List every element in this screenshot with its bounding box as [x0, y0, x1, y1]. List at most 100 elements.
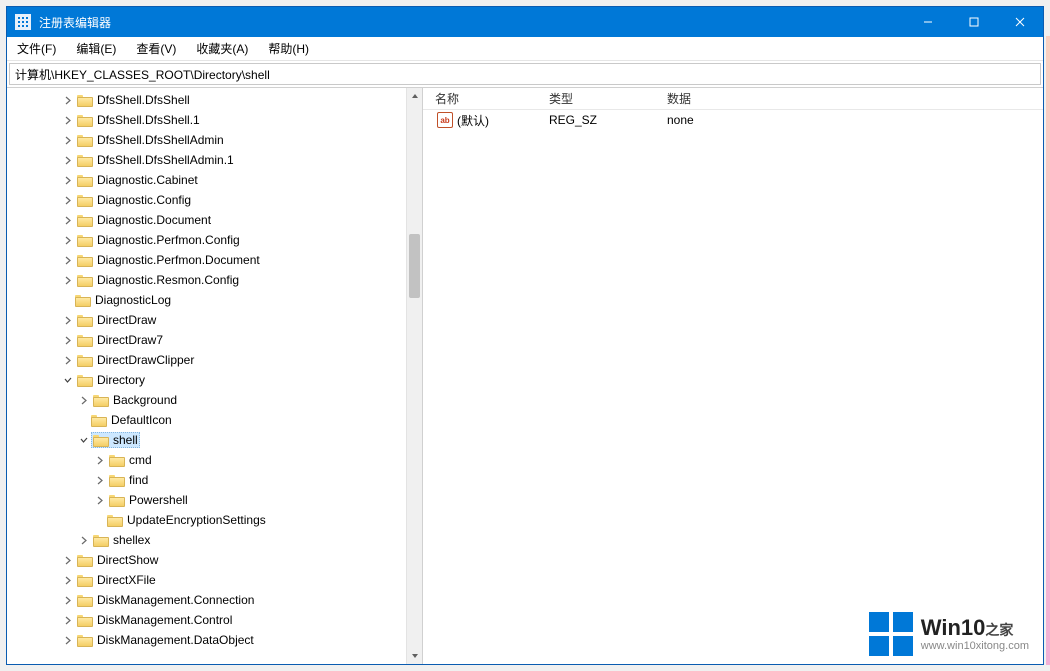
registry-tree[interactable]: DfsShell.DfsShellDfsShell.DfsShell.1DfsS… [7, 88, 406, 652]
menu-favorites[interactable]: 收藏夹(A) [186, 37, 258, 60]
folder-icon [77, 233, 93, 247]
tree-node[interactable]: Diagnostic.Config [7, 190, 406, 210]
window-title: 注册表编辑器 [39, 14, 905, 31]
tree-node[interactable]: Directory [7, 370, 406, 390]
menu-view[interactable]: 查看(V) [126, 37, 186, 60]
chevron-right-icon[interactable] [61, 274, 73, 286]
folder-icon [93, 393, 109, 407]
tree-node[interactable]: find [7, 470, 406, 490]
tree-node[interactable]: DirectXFile [7, 570, 406, 590]
tree-node-label: DirectShow [97, 553, 158, 567]
chevron-right-icon[interactable] [61, 234, 73, 246]
tree-node[interactable]: DirectDraw [7, 310, 406, 330]
tree-node[interactable]: DfsShell.DfsShellAdmin [7, 130, 406, 150]
tree-node-label: UpdateEncryptionSettings [127, 513, 266, 527]
chevron-right-icon[interactable] [61, 254, 73, 266]
tree-node[interactable]: Diagnostic.Perfmon.Config [7, 230, 406, 250]
chevron-right-icon[interactable] [61, 614, 73, 626]
folder-icon [109, 473, 125, 487]
tree-node[interactable]: DiagnosticLog [7, 290, 406, 310]
tree-pane: DfsShell.DfsShellDfsShell.DfsShell.1DfsS… [7, 88, 423, 664]
chevron-right-icon[interactable] [61, 594, 73, 606]
tree-node[interactable]: DiskManagement.Connection [7, 590, 406, 610]
tree-node[interactable]: DfsShell.DfsShell [7, 90, 406, 110]
tree-node[interactable]: cmd [7, 450, 406, 470]
scroll-up-button[interactable] [407, 88, 422, 104]
tree-node[interactable]: Powershell [7, 490, 406, 510]
tree-node[interactable]: UpdateEncryptionSettings [7, 510, 406, 530]
chevron-right-icon[interactable] [61, 194, 73, 206]
folder-icon [77, 373, 93, 387]
tree-node[interactable]: DefaultIcon [7, 410, 406, 430]
close-button[interactable] [997, 7, 1043, 37]
minimize-button[interactable] [905, 7, 951, 37]
chevron-right-icon[interactable] [61, 574, 73, 586]
tree-node-label: DfsShell.DfsShellAdmin.1 [97, 153, 234, 167]
chevron-right-icon[interactable] [93, 474, 105, 486]
tree-node[interactable]: Diagnostic.Perfmon.Document [7, 250, 406, 270]
chevron-right-icon[interactable] [61, 134, 73, 146]
chevron-right-icon[interactable] [61, 174, 73, 186]
chevron-right-icon[interactable] [61, 214, 73, 226]
tree-node[interactable]: DfsShell.DfsShellAdmin.1 [7, 150, 406, 170]
values-list[interactable]: ab(默认)REG_SZnone [423, 110, 1043, 130]
tree-node-label: Powershell [129, 493, 188, 507]
folder-icon [77, 253, 93, 267]
tree-node[interactable]: DirectDraw7 [7, 330, 406, 350]
tree-node[interactable]: Diagnostic.Cabinet [7, 170, 406, 190]
chevron-right-icon[interactable] [93, 494, 105, 506]
tree-node-label: DiskManagement.Control [97, 613, 232, 627]
column-header-name[interactable]: 名称 [423, 87, 541, 110]
chevron-right-icon[interactable] [77, 394, 89, 406]
folder-icon [91, 413, 107, 427]
title-bar[interactable]: 注册表编辑器 [7, 7, 1043, 37]
folder-icon [77, 273, 93, 287]
chevron-right-icon[interactable] [61, 334, 73, 346]
tree-node[interactable]: Diagnostic.Resmon.Config [7, 270, 406, 290]
tree-node[interactable]: DirectDrawClipper [7, 350, 406, 370]
column-header-type[interactable]: 类型 [541, 87, 659, 110]
tree-node[interactable]: shellex [7, 530, 406, 550]
chevron-right-icon[interactable] [61, 314, 73, 326]
values-pane: 名称 类型 数据 ab(默认)REG_SZnone Win10之家 www.wi… [423, 88, 1043, 664]
background-edge [1046, 36, 1050, 665]
watermark-title: Win10之家 [921, 616, 1029, 640]
folder-icon [77, 113, 93, 127]
address-bar[interactable]: 计算机\HKEY_CLASSES_ROOT\Directory\shell [9, 63, 1041, 85]
tree-scrollbar[interactable] [406, 88, 422, 664]
chevron-right-icon[interactable] [77, 534, 89, 546]
folder-icon [107, 513, 123, 527]
menu-file[interactable]: 文件(F) [7, 37, 66, 60]
chevron-right-icon[interactable] [61, 94, 73, 106]
tree-node[interactable]: shell [7, 430, 406, 450]
chevron-right-icon[interactable] [93, 454, 105, 466]
tree-node[interactable]: DiskManagement.Control [7, 610, 406, 630]
menu-help[interactable]: 帮助(H) [258, 37, 319, 60]
column-header-data[interactable]: 数据 [659, 87, 1043, 110]
values-header[interactable]: 名称 类型 数据 [423, 88, 1043, 110]
value-data: none [659, 111, 1043, 129]
chevron-down-icon[interactable] [77, 434, 89, 446]
tree-node[interactable]: DirectShow [7, 550, 406, 570]
scroll-down-button[interactable] [407, 648, 422, 664]
value-row[interactable]: ab(默认)REG_SZnone [423, 110, 1043, 130]
maximize-button[interactable] [951, 7, 997, 37]
folder-icon [109, 453, 125, 467]
tree-node[interactable]: Diagnostic.Document [7, 210, 406, 230]
chevron-down-icon[interactable] [61, 374, 73, 386]
tree-node[interactable]: Background [7, 390, 406, 410]
chevron-right-icon[interactable] [61, 554, 73, 566]
folder-icon [77, 313, 93, 327]
chevron-right-icon[interactable] [61, 634, 73, 646]
string-value-icon: ab [437, 112, 453, 128]
tree-node[interactable]: DiskManagement.DataObject [7, 630, 406, 650]
main-body: DfsShell.DfsShellDfsShell.DfsShell.1DfsS… [7, 87, 1043, 664]
tree-node-label: DiskManagement.DataObject [97, 633, 254, 647]
chevron-right-icon[interactable] [61, 354, 73, 366]
menu-edit[interactable]: 编辑(E) [66, 37, 126, 60]
chevron-right-icon[interactable] [61, 154, 73, 166]
scrollbar-thumb[interactable] [409, 234, 420, 298]
tree-node[interactable]: DfsShell.DfsShell.1 [7, 110, 406, 130]
chevron-right-icon[interactable] [61, 114, 73, 126]
folder-icon [77, 173, 93, 187]
